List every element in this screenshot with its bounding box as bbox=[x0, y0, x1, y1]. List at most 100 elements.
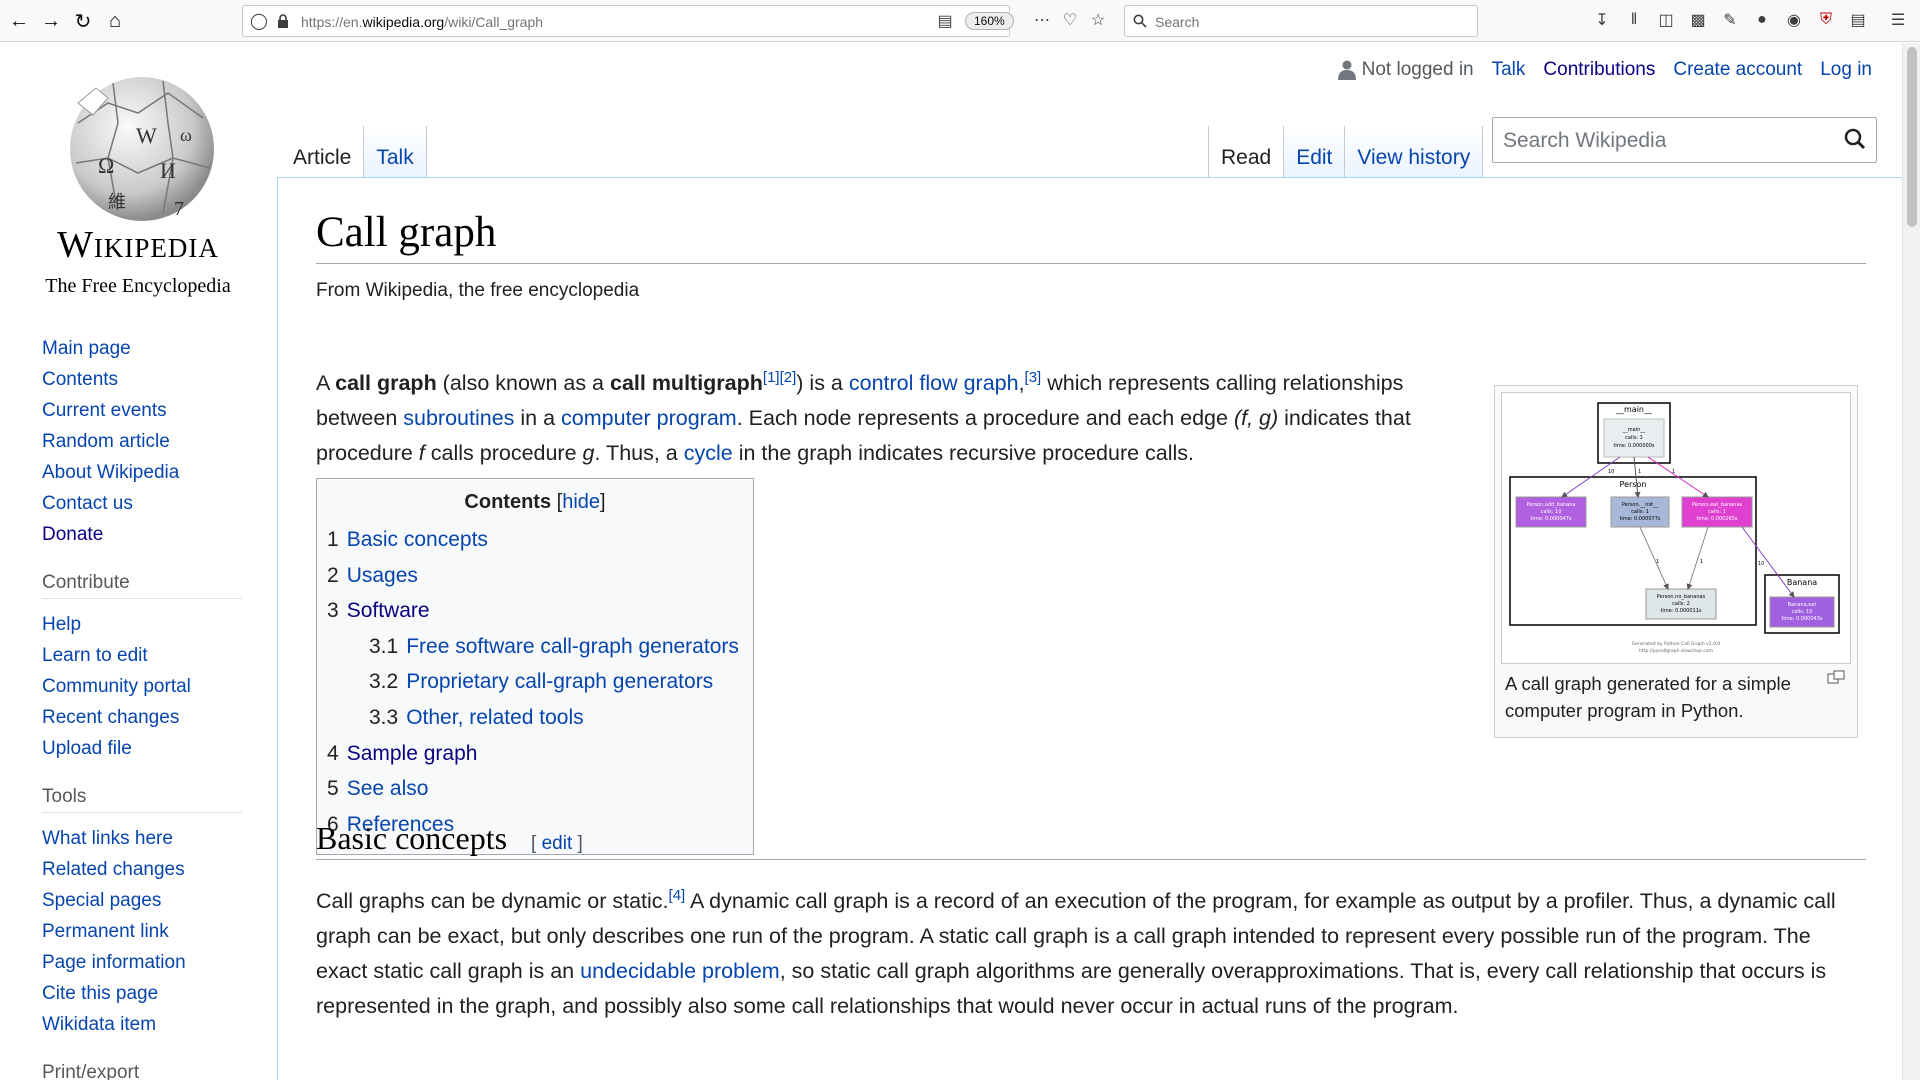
wikipedia-search-input[interactable]: Search Wikipedia bbox=[1492, 117, 1877, 163]
menu-icon[interactable]: ☰ bbox=[1888, 10, 1908, 30]
svg-text:7: 7 bbox=[174, 198, 184, 220]
link-control-flow-graph[interactable]: control flow graph bbox=[849, 371, 1019, 395]
svg-text:calls: 10: calls: 10 bbox=[1792, 609, 1813, 615]
url-bar[interactable]: ◯ https://en.wikipedia.org/wiki/Call_gra… bbox=[242, 5, 1014, 37]
svg-text:10: 10 bbox=[1758, 561, 1764, 567]
sidebar-item-learn-to-edit[interactable]: Learn to edit bbox=[42, 645, 148, 666]
sidebar-item-wikidata-item[interactable]: Wikidata item bbox=[42, 1014, 156, 1035]
sidebar-item-contents[interactable]: Contents bbox=[42, 369, 118, 390]
sidebar-item-recent-changes[interactable]: Recent changes bbox=[42, 707, 179, 728]
sidebar-item-what-links-here[interactable]: What links here bbox=[42, 828, 173, 849]
tab-edit[interactable]: Edit bbox=[1284, 126, 1346, 178]
downloads-icon[interactable]: ↧ bbox=[1592, 10, 1612, 30]
extension-icon-3[interactable]: ● bbox=[1752, 10, 1772, 30]
ublock-icon[interactable]: ⛨ bbox=[1816, 10, 1836, 30]
sidebar-icon[interactable]: ◫ bbox=[1656, 10, 1676, 30]
sidebar-item-community-portal[interactable]: Community portal bbox=[42, 676, 191, 697]
svg-text:Person.add_banana: Person.add_banana bbox=[1526, 502, 1575, 508]
more-actions-icon[interactable]: ⋯ bbox=[1032, 10, 1052, 30]
sidebar-item-related-changes[interactable]: Related changes bbox=[42, 859, 185, 880]
svg-text:time: 0.000265s: time: 0.000265s bbox=[1696, 516, 1737, 522]
svg-text:1: 1 bbox=[1656, 559, 1659, 565]
sidebar-item-special-pages[interactable]: Special pages bbox=[42, 890, 161, 911]
home-icon[interactable]: ⌂ bbox=[102, 8, 128, 34]
tab-talk[interactable]: Talk bbox=[364, 126, 427, 178]
create-account-link[interactable]: Create account bbox=[1673, 59, 1802, 81]
toc-item[interactable]: 2 Usages bbox=[327, 558, 743, 594]
svg-text:維: 維 bbox=[108, 192, 126, 212]
extension-icon-4[interactable]: ▤ bbox=[1848, 10, 1868, 30]
log-in-link[interactable]: Log in bbox=[1820, 59, 1872, 81]
basic-concepts-paragraph: Call graphs can be dynamic or static.[4]… bbox=[316, 886, 1836, 1018]
call-graph-image[interactable]: __main__ __main__ calls: 1 time: 0.00000… bbox=[1501, 392, 1851, 664]
search-placeholder: Search bbox=[1155, 14, 1200, 30]
toc-item[interactable]: 3.1 Free software call-graph generators bbox=[327, 629, 743, 665]
page-scrollbar[interactable] bbox=[1902, 43, 1920, 1080]
extension-icon[interactable]: ▩ bbox=[1688, 10, 1708, 30]
sidebar-item-random-article[interactable]: Random article bbox=[42, 431, 170, 452]
reference-link[interactable]: [2] bbox=[780, 369, 797, 386]
section-edit: [ edit ] bbox=[531, 833, 583, 854]
reference-link[interactable]: [3] bbox=[1025, 369, 1042, 386]
link-undecidable-problem[interactable]: undecidable problem bbox=[580, 959, 780, 983]
toc-item[interactable]: 5 See also bbox=[327, 771, 743, 807]
sidebar-item-current-events[interactable]: Current events bbox=[42, 400, 167, 421]
bookmark-star-icon[interactable]: ☆ bbox=[1088, 10, 1108, 30]
sidebar-item-page-information[interactable]: Page information bbox=[42, 952, 186, 973]
sidebar-item-upload-file[interactable]: Upload file bbox=[42, 738, 132, 759]
sidebar-item-cite-this-page[interactable]: Cite this page bbox=[42, 983, 158, 1004]
personal-talk-link[interactable]: Talk bbox=[1492, 59, 1526, 81]
table-of-contents: Contents [hide] 1 Basic concepts 2 Usages … bbox=[316, 478, 754, 856]
link-cycle[interactable]: cycle bbox=[684, 441, 733, 465]
sidebar-item-main-page[interactable]: Main page bbox=[42, 338, 131, 359]
personal-tools: Not logged in Talk Contributions Create … bbox=[1337, 59, 1872, 81]
link-computer-program[interactable]: computer program bbox=[561, 406, 737, 430]
shield-icon[interactable]: ◯ bbox=[249, 11, 269, 31]
link-subroutines[interactable]: subroutines bbox=[403, 406, 514, 430]
tab-article[interactable]: Article bbox=[280, 126, 365, 178]
thumbnail-figure: __main__ __main__ calls: 1 time: 0.00000… bbox=[1494, 385, 1858, 738]
scrollbar-thumb[interactable] bbox=[1907, 47, 1917, 227]
toc-item[interactable]: 3.2 Proprietary call-graph generators bbox=[327, 664, 743, 700]
svg-text:Ω: Ω bbox=[98, 153, 114, 178]
zoom-indicator[interactable]: 160% bbox=[965, 12, 1014, 30]
browser-search-field[interactable]: Search bbox=[1124, 5, 1478, 37]
svg-text:calls: 1: calls: 1 bbox=[1625, 435, 1643, 441]
reference-link[interactable]: [4] bbox=[669, 887, 686, 904]
sidebar-item-help[interactable]: Help bbox=[42, 614, 81, 635]
pocket-icon[interactable]: ♡ bbox=[1060, 10, 1080, 30]
forward-icon[interactable]: → bbox=[38, 8, 64, 34]
reader-view-icon[interactable]: ▤ bbox=[935, 11, 955, 31]
sidebar-item-about[interactable]: About Wikipedia bbox=[42, 462, 179, 483]
edit-section-link[interactable]: edit bbox=[542, 833, 573, 854]
reload-icon[interactable]: ↻ bbox=[70, 8, 96, 34]
toc-item[interactable]: 3.3 Other, related tools bbox=[327, 700, 743, 736]
sidebar-heading-contribute: Contribute bbox=[42, 572, 242, 599]
tab-read[interactable]: Read bbox=[1208, 126, 1285, 178]
sidebar-heading-print: Print/export bbox=[42, 1062, 140, 1080]
personal-contributions-link[interactable]: Contributions bbox=[1543, 59, 1655, 81]
wikipedia-logo[interactable]: W Ω И ω 維 7 Wikipedia The Free Encyclope… bbox=[38, 63, 238, 313]
search-icon[interactable] bbox=[1844, 128, 1866, 155]
tab-view-history[interactable]: View history bbox=[1345, 126, 1484, 178]
sidebar-item-contact[interactable]: Contact us bbox=[42, 493, 133, 514]
toc-item[interactable]: 1 Basic concepts bbox=[327, 522, 743, 558]
sidebar-item-donate[interactable]: Donate bbox=[42, 524, 103, 545]
library-icon[interactable]: ‖ bbox=[1624, 10, 1644, 30]
account-icon[interactable]: ◉ bbox=[1784, 10, 1804, 30]
extension-icon-2[interactable]: ✎ bbox=[1720, 10, 1740, 30]
toc-item[interactable]: 3 Software bbox=[327, 593, 743, 629]
svg-text:1: 1 bbox=[1672, 469, 1675, 475]
toc-item[interactable]: 4 Sample graph bbox=[327, 736, 743, 772]
svg-text:W: W bbox=[136, 123, 157, 148]
article-content: Call graph From Wikipedia, the free ency… bbox=[277, 177, 1902, 1080]
svg-text:Person.no_bananas: Person.no_bananas bbox=[1657, 594, 1706, 600]
svg-text:calls: 1: calls: 1 bbox=[1708, 509, 1726, 515]
toc-hide-toggle[interactable]: hide bbox=[562, 491, 600, 513]
site-subtitle: From Wikipedia, the free encyclopedia bbox=[316, 280, 640, 301]
svg-text:http://pycallgraph.slowchop.co: http://pycallgraph.slowchop.com bbox=[1639, 648, 1713, 654]
enlarge-icon[interactable] bbox=[1827, 670, 1845, 689]
back-icon[interactable]: ← bbox=[6, 8, 32, 34]
sidebar-item-permanent-link[interactable]: Permanent link bbox=[42, 921, 169, 942]
reference-link[interactable]: [1] bbox=[763, 369, 780, 386]
